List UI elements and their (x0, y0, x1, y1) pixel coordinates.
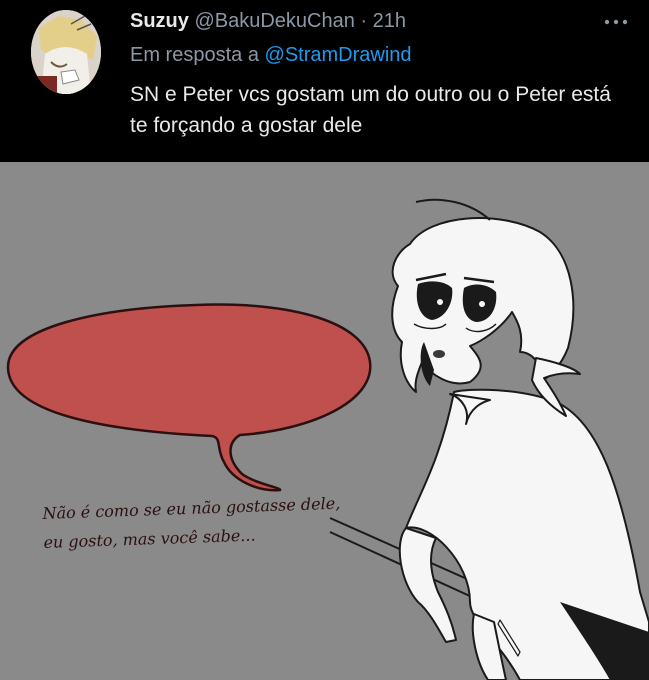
avatar[interactable] (31, 10, 101, 94)
reply-context: Em resposta a @StramDrawind (130, 44, 629, 67)
display-name[interactable]: Suzuy (130, 10, 189, 32)
avatar-image (31, 10, 101, 94)
user-handle[interactable]: @BakuDekuChan (194, 10, 354, 32)
more-dots-icon[interactable] (603, 16, 629, 28)
reply-prefix: Em resposta a (130, 44, 259, 66)
tweet: Suzuy @BakuDekuChan · 21h Em resposta a … (0, 0, 649, 162)
timestamp[interactable]: 21h (373, 10, 406, 32)
separator-dot: · (360, 10, 368, 32)
tweet-header: Suzuy @BakuDekuChan · 21h (130, 6, 629, 36)
reply-mention-link[interactable]: @StramDrawind (265, 44, 412, 66)
speech-bubble-text: Não é como se eu não gostasse dele, eu g… (42, 487, 374, 556)
comic-image[interactable]: Não é como se eu não gostasse dele, eu g… (0, 162, 649, 680)
comic-illustration (0, 162, 649, 680)
tweet-text: SN e Peter vcs gostam um do outro ou o P… (130, 83, 611, 137)
tweet-content: Suzuy @BakuDekuChan · 21h Em resposta a … (130, 6, 629, 141)
